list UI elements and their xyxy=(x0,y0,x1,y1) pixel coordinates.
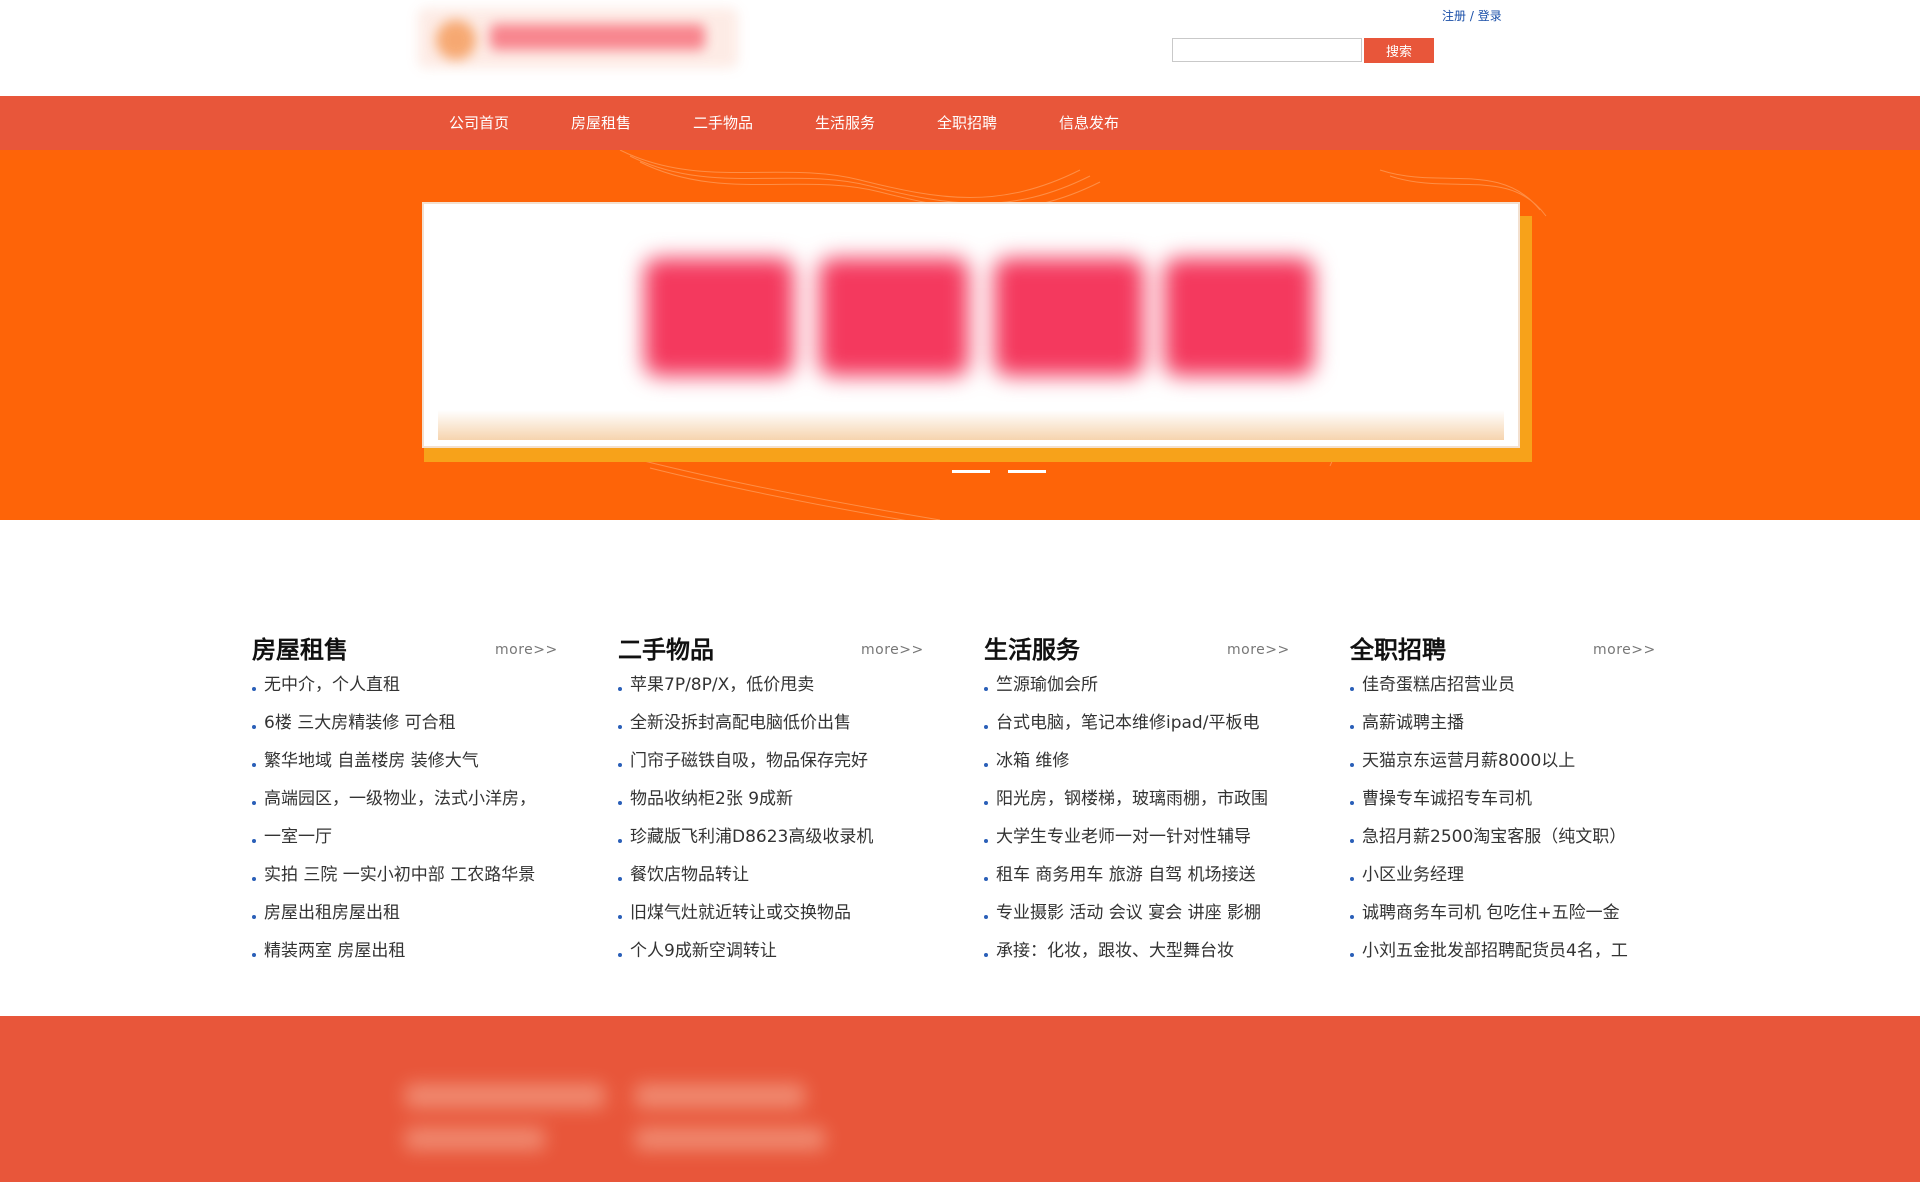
banner-pagination xyxy=(952,470,1046,474)
section-life-services: 生活服务 more>> 竺源瑜伽会所 台式电脑，笔记本维修ipad/平板电 冰箱… xyxy=(982,626,1292,970)
list-item[interactable]: 曹操专车诚招专车司机 xyxy=(1348,780,1658,818)
banner-card xyxy=(422,202,1520,448)
more-link[interactable]: more>> xyxy=(1227,642,1290,658)
list-item[interactable]: 承接：化妆，跟妆、大型舞台妆 xyxy=(982,932,1292,970)
site-footer xyxy=(0,1016,1920,1182)
nav-item-housing[interactable]: 房屋租售 xyxy=(540,96,662,150)
hero-banner[interactable] xyxy=(0,150,1920,520)
nav-list: 公司首页 房屋租售 二手物品 生活服务 全职招聘 信息发布 xyxy=(418,96,1150,150)
section-header: 生活服务 more>> xyxy=(982,626,1292,666)
banner-headline-image xyxy=(644,258,1314,376)
list-item[interactable]: 精装两室 房屋出租 xyxy=(250,932,560,970)
nav-item-jobs[interactable]: 全职招聘 xyxy=(906,96,1028,150)
section-title: 全职招聘 xyxy=(1350,636,1446,664)
list-item[interactable]: 小区业务经理 xyxy=(1348,856,1658,894)
more-link[interactable]: more>> xyxy=(861,642,924,658)
logo-wordmark xyxy=(490,24,705,50)
section-header: 全职招聘 more>> xyxy=(1348,626,1658,666)
list-item[interactable]: 专业摄影 活动 会议 宴会 讲座 影棚 xyxy=(982,894,1292,932)
list-item[interactable]: 租车 商务用车 旅游 自驾 机场接送 xyxy=(982,856,1292,894)
auth-links: 注册 / 登录 xyxy=(1442,7,1502,25)
section-title: 房屋租售 xyxy=(252,636,348,664)
section-jobs: 全职招聘 more>> 佳奇蛋糕店招营业员 高薪诚聘主播 天猫京东运营月薪800… xyxy=(1348,626,1658,970)
list-item[interactable]: 天猫京东运营月薪8000以上 xyxy=(1348,742,1658,780)
list-item[interactable]: 小刘五金批发部招聘配货员4名，工 xyxy=(1348,932,1658,970)
list-item[interactable]: 珍藏版飞利浦D8623高级收录机 xyxy=(616,818,926,856)
listing-list: 无中介，个人直租 6楼 三大房精装修 可合租 繁华地域 自盖楼房 装修大气 高端… xyxy=(250,666,560,970)
list-item[interactable]: 急招月薪2500淘宝客服（纯文职） xyxy=(1348,818,1658,856)
list-item[interactable]: 繁华地域 自盖楼房 装修大气 xyxy=(250,742,560,780)
list-item[interactable]: 6楼 三大房精装修 可合租 xyxy=(250,704,560,742)
site-header: 注册 / 登录 搜索 xyxy=(0,0,1920,96)
login-link[interactable]: 登录 xyxy=(1478,9,1502,23)
nav-item-life-services[interactable]: 生活服务 xyxy=(784,96,906,150)
auth-separator: / xyxy=(1466,9,1478,23)
site-logo[interactable] xyxy=(418,8,738,68)
nav-item-second-hand[interactable]: 二手物品 xyxy=(662,96,784,150)
list-item[interactable]: 阳光房，钢楼梯，玻璃雨棚，市政围 xyxy=(982,780,1292,818)
section-title: 二手物品 xyxy=(618,636,714,664)
list-item[interactable]: 餐饮店物品转让 xyxy=(616,856,926,894)
list-item[interactable]: 苹果7P/8P/X，低价甩卖 xyxy=(616,666,926,704)
list-item[interactable]: 房屋出租房屋出租 xyxy=(250,894,560,932)
list-item[interactable]: 高端园区，一级物业，法式小洋房， xyxy=(250,780,560,818)
list-item[interactable]: 实拍 三院 一实小初中部 工农路华景 xyxy=(250,856,560,894)
search-button[interactable]: 搜索 xyxy=(1364,38,1434,63)
banner-dot-2[interactable] xyxy=(1008,470,1046,473)
list-item[interactable]: 竺源瑜伽会所 xyxy=(982,666,1292,704)
list-item[interactable]: 门帘子磁铁自吸，物品保存完好 xyxy=(616,742,926,780)
section-header: 二手物品 more>> xyxy=(616,626,926,666)
list-item[interactable]: 台式电脑，笔记本维修ipad/平板电 xyxy=(982,704,1292,742)
list-item[interactable]: 个人9成新空调转让 xyxy=(616,932,926,970)
list-item[interactable]: 冰箱 维修 xyxy=(982,742,1292,780)
nav-item-post-info[interactable]: 信息发布 xyxy=(1028,96,1150,150)
section-second-hand: 二手物品 more>> 苹果7P/8P/X，低价甩卖 全新没拆封高配电脑低价出售… xyxy=(616,626,926,970)
list-item[interactable]: 佳奇蛋糕店招营业员 xyxy=(1348,666,1658,704)
section-header: 房屋租售 more>> xyxy=(250,626,560,666)
listing-list: 苹果7P/8P/X，低价甩卖 全新没拆封高配电脑低价出售 门帘子磁铁自吸，物品保… xyxy=(616,666,926,970)
section-housing: 房屋租售 more>> 无中介，个人直租 6楼 三大房精装修 可合租 繁华地域 … xyxy=(250,626,560,970)
more-link[interactable]: more>> xyxy=(1593,642,1656,658)
listing-list: 佳奇蛋糕店招营业员 高薪诚聘主播 天猫京东运营月薪8000以上 曹操专车诚招专车… xyxy=(1348,666,1658,970)
section-title: 生活服务 xyxy=(984,636,1080,664)
banner-dot-1[interactable] xyxy=(952,470,990,473)
banner-card-gradient xyxy=(438,410,1504,440)
listing-sections: 房屋租售 more>> 无中介，个人直租 6楼 三大房精装修 可合租 繁华地域 … xyxy=(250,626,1670,986)
listing-list: 竺源瑜伽会所 台式电脑，笔记本维修ipad/平板电 冰箱 维修 阳光房，钢楼梯，… xyxy=(982,666,1292,970)
list-item[interactable]: 大学生专业老师一对一针对性辅导 xyxy=(982,818,1292,856)
list-item[interactable]: 无中介，个人直租 xyxy=(250,666,560,704)
main-nav: 公司首页 房屋租售 二手物品 生活服务 全职招聘 信息发布 xyxy=(0,96,1920,150)
logo-mark-icon xyxy=(436,20,476,60)
more-link[interactable]: more>> xyxy=(495,642,558,658)
list-item[interactable]: 物品收纳柜2张 9成新 xyxy=(616,780,926,818)
footer-blurred-info xyxy=(395,1062,865,1182)
list-item[interactable]: 一室一厅 xyxy=(250,818,560,856)
list-item[interactable]: 全新没拆封高配电脑低价出售 xyxy=(616,704,926,742)
list-item[interactable]: 旧煤气灶就近转让或交换物品 xyxy=(616,894,926,932)
nav-item-home[interactable]: 公司首页 xyxy=(418,96,540,150)
list-item[interactable]: 高薪诚聘主播 xyxy=(1348,704,1658,742)
register-link[interactable]: 注册 xyxy=(1442,9,1466,23)
list-item[interactable]: 诚聘商务车司机 包吃住+五险一金 xyxy=(1348,894,1658,932)
search-input[interactable] xyxy=(1172,38,1362,62)
